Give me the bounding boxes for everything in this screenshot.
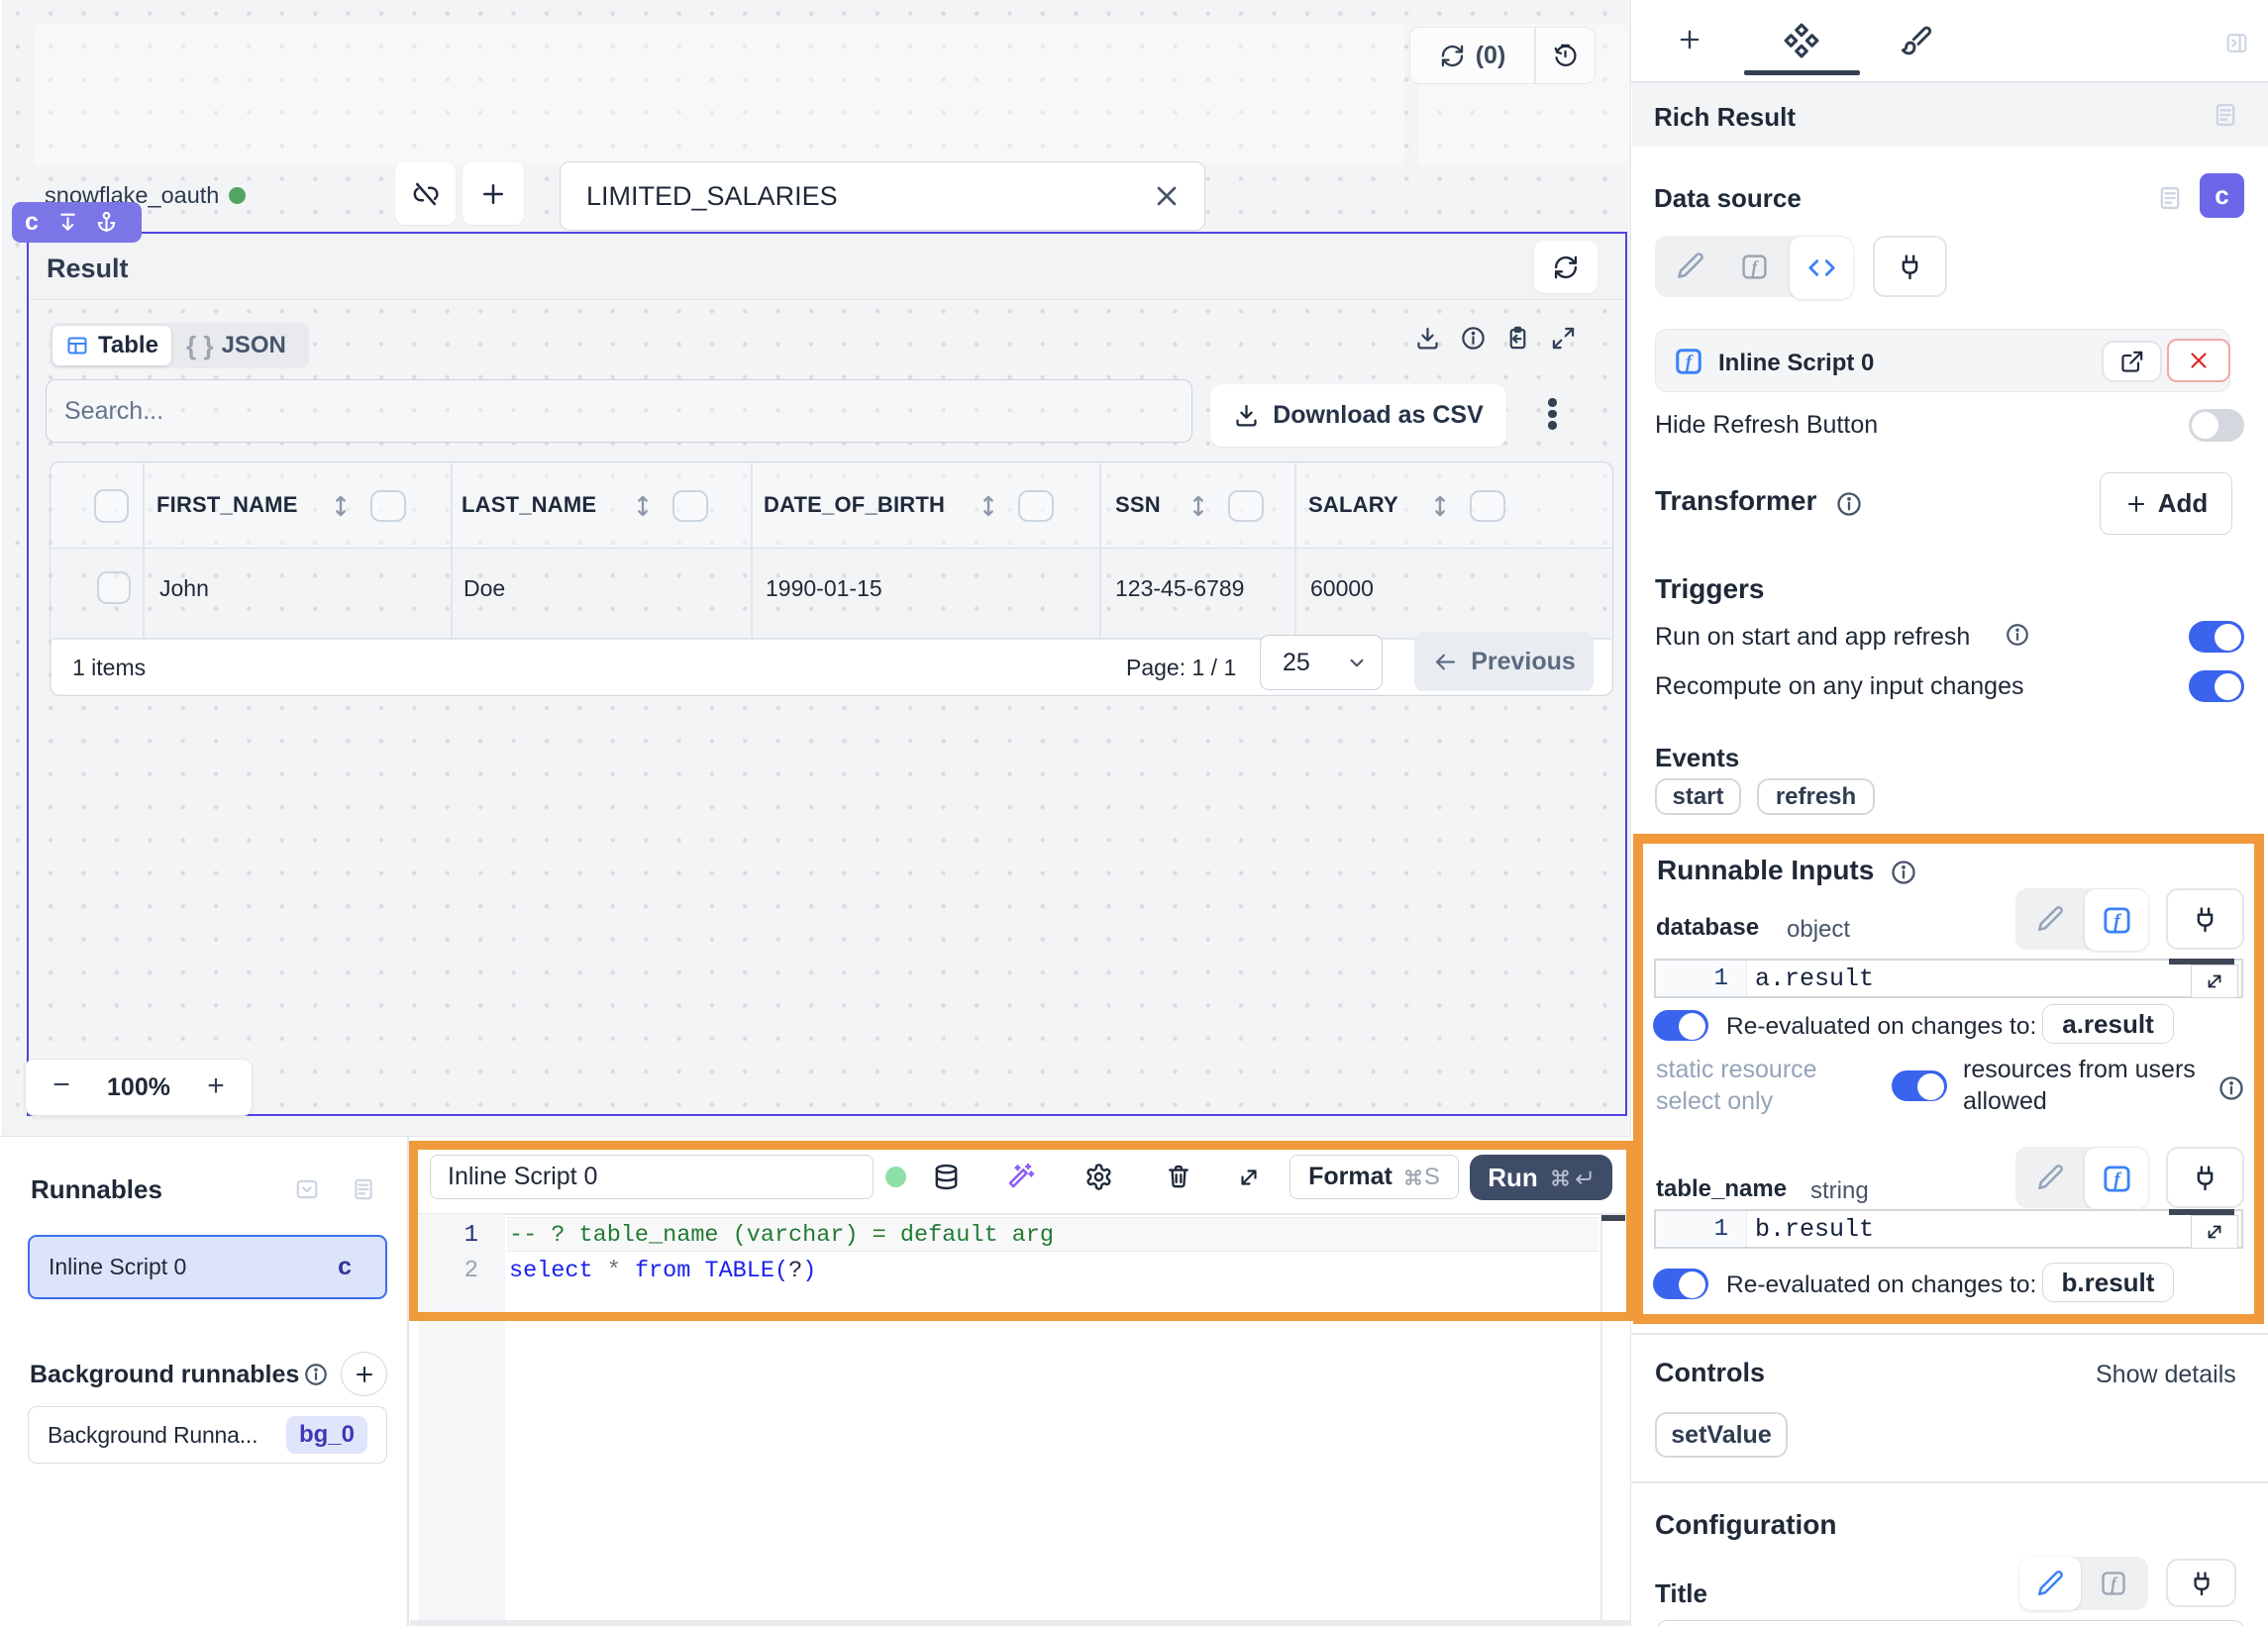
svg-text:f: f [2111,1574,2118,1593]
svg-text:f: f [1686,352,1694,372]
svg-text:f: f [1751,257,1759,277]
